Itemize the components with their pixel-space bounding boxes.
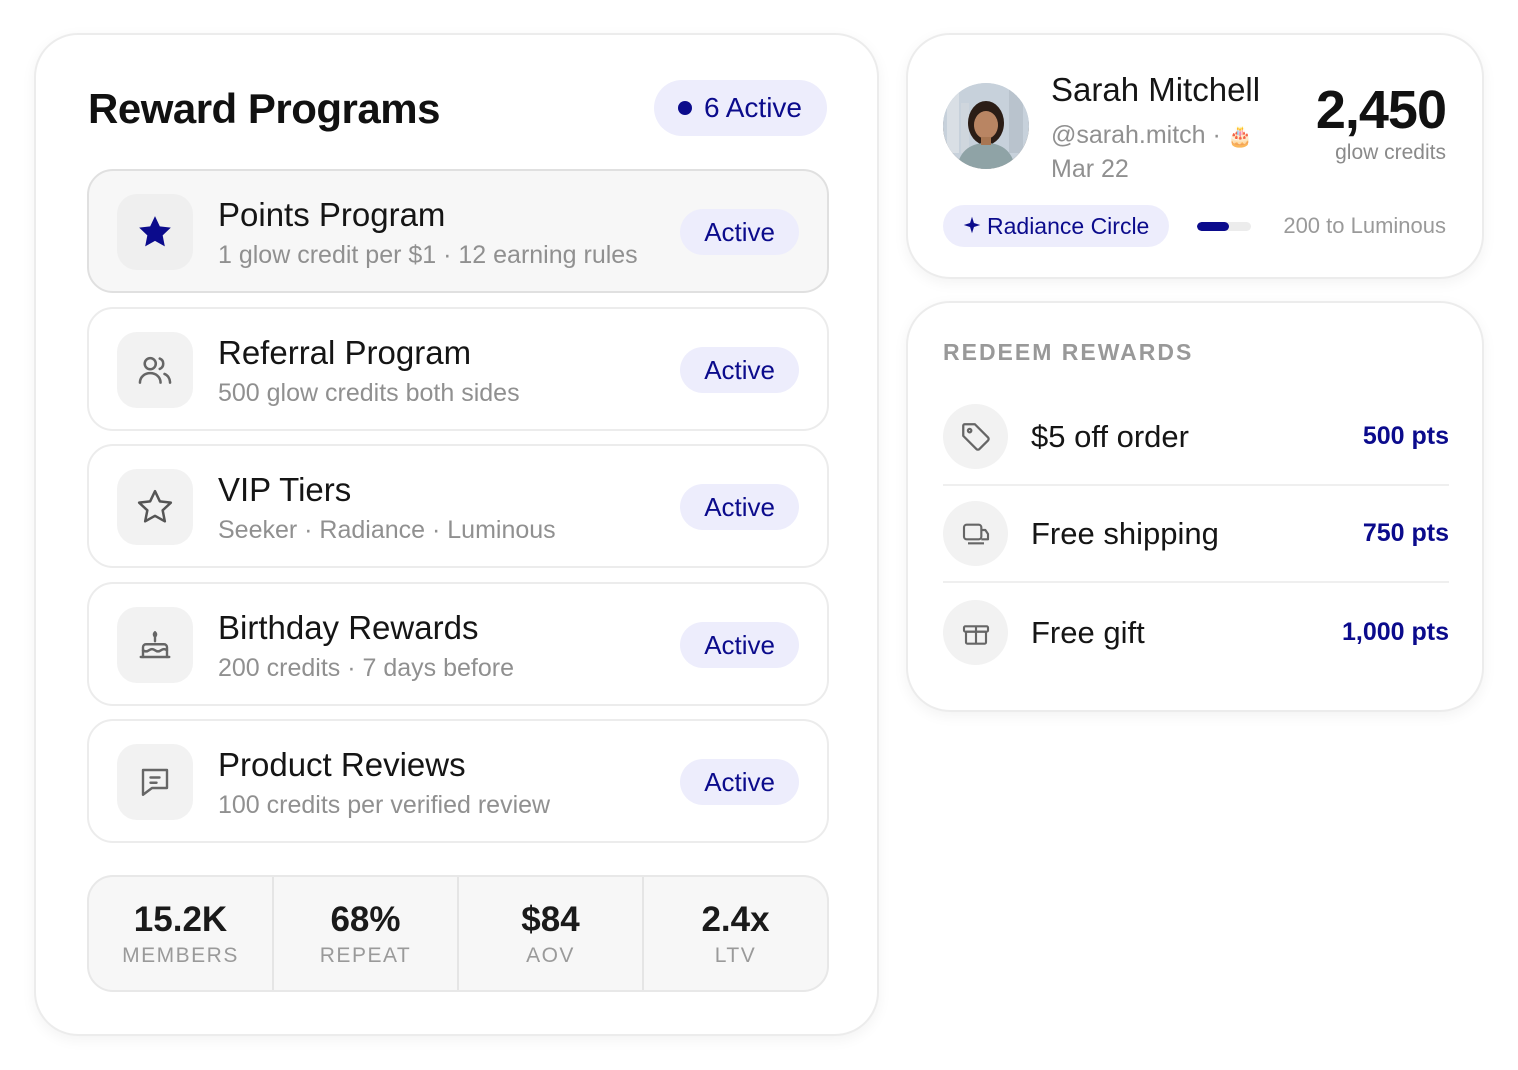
status-dot-icon	[677, 101, 692, 115]
member-profile-card: Sarah Mitchell @sarah.mitch · 🎂 Mar 22 2…	[906, 33, 1484, 279]
program-name: Product Reviews	[218, 746, 466, 783]
user-name: Sarah Mitchell	[1051, 71, 1261, 108]
stat-members: 15.2K MEMBERS	[89, 877, 274, 990]
reward-row-discount[interactable]: $5 off order 500 pts	[943, 389, 1449, 486]
birthday-cake-icon: 🎂	[1227, 126, 1253, 148]
program-row-referral[interactable]: Referral Program 500 glow credits both s…	[87, 307, 829, 431]
reward-name: Free shipping	[1031, 515, 1219, 551]
panel-title: Reward Programs	[88, 85, 440, 132]
sparkle-icon	[963, 213, 981, 240]
reward-name: Free gift	[1031, 614, 1145, 650]
tier-progress-text: 200 to Luminous	[1283, 213, 1446, 238]
stat-aov: $84 AOV	[459, 877, 644, 990]
tier-badge[interactable]: Radiance Circle	[943, 205, 1170, 247]
star-filled-icon	[117, 194, 193, 270]
program-row-reviews[interactable]: Product Reviews 100 credits per verified…	[87, 719, 829, 843]
tier-progress-fill	[1197, 222, 1230, 231]
credits-balance: 2,450	[1315, 80, 1447, 140]
status-badge[interactable]: Active	[680, 484, 799, 530]
program-subtitle: 100 credits per verified review	[218, 791, 551, 819]
cake-icon	[117, 607, 193, 683]
stat-label: LTV	[714, 943, 757, 967]
stat-label: AOV	[526, 943, 575, 967]
users-icon	[117, 332, 193, 408]
status-badge[interactable]: Active	[680, 622, 799, 668]
reward-name: $5 off order	[1031, 418, 1189, 454]
reward-row-shipping[interactable]: Free shipping 750 pts	[943, 486, 1449, 583]
tier-progress-bar	[1197, 222, 1251, 231]
gift-icon	[943, 600, 1008, 665]
program-name: Birthday Rewards	[218, 609, 479, 646]
avatar[interactable]	[943, 83, 1029, 169]
status-badge[interactable]: Active	[680, 759, 799, 805]
program-subtitle: 200 credits · 7 days before	[218, 654, 514, 682]
program-subtitle: Seeker · Radiance · Luminous	[218, 516, 556, 544]
tag-icon	[943, 404, 1008, 469]
section-title: REDEEM REWARDS	[943, 339, 1194, 365]
message-icon	[117, 744, 193, 820]
stat-value: 2.4x	[701, 899, 770, 939]
stat-value: 68%	[330, 899, 401, 939]
handle-text: @sarah.mitch ·	[1051, 121, 1221, 149]
stat-value: 15.2K	[133, 899, 228, 939]
program-name: VIP Tiers	[218, 471, 352, 508]
user-handle: @sarah.mitch · 🎂	[1051, 121, 1253, 150]
program-subtitle: 500 glow credits both sides	[218, 379, 520, 407]
stat-value: $84	[521, 899, 580, 939]
program-name: Referral Program	[218, 334, 472, 371]
stat-label: REPEAT	[319, 943, 412, 967]
reward-points: 1,000 pts	[1341, 618, 1449, 646]
program-row-vip-tiers[interactable]: VIP Tiers Seeker · Radiance · Luminous A…	[87, 444, 829, 568]
tier-name: Radiance Circle	[987, 212, 1150, 239]
reward-points: 500 pts	[1362, 422, 1449, 450]
stat-ltv: 2.4x LTV	[644, 877, 827, 990]
program-row-points[interactable]: Points Program 1 glow credit per $1 · 12…	[87, 169, 829, 293]
reward-row-gift[interactable]: Free gift 1,000 pts	[943, 584, 1449, 681]
status-badge[interactable]: Active	[680, 347, 799, 393]
active-count-label: 6 Active	[703, 92, 802, 123]
program-row-birthday[interactable]: Birthday Rewards 200 credits · 7 days be…	[87, 582, 829, 706]
reward-points: 750 pts	[1362, 519, 1449, 547]
status-badge[interactable]: Active	[680, 209, 799, 255]
stats-bar: 15.2K MEMBERS 68% REPEAT $84 AOV 2.4x LT…	[87, 875, 829, 992]
program-name: Points Program	[218, 196, 446, 233]
birthday-date: Mar 22	[1051, 155, 1129, 183]
active-count-badge: 6 Active	[653, 80, 827, 136]
stat-label: MEMBERS	[122, 943, 239, 967]
reward-programs-card: Reward Programs 6 Active Points Program …	[34, 33, 879, 1036]
program-subtitle: 1 glow credit per $1 · 12 earning rules	[218, 241, 638, 269]
stat-repeat: 68% REPEAT	[274, 877, 459, 990]
credits-label: glow credits	[1335, 141, 1446, 164]
redeem-rewards-card: REDEEM REWARDS $5 off order 500 pts Free…	[906, 301, 1484, 712]
shipping-icon	[943, 501, 1008, 566]
star-outline-icon	[117, 469, 193, 545]
